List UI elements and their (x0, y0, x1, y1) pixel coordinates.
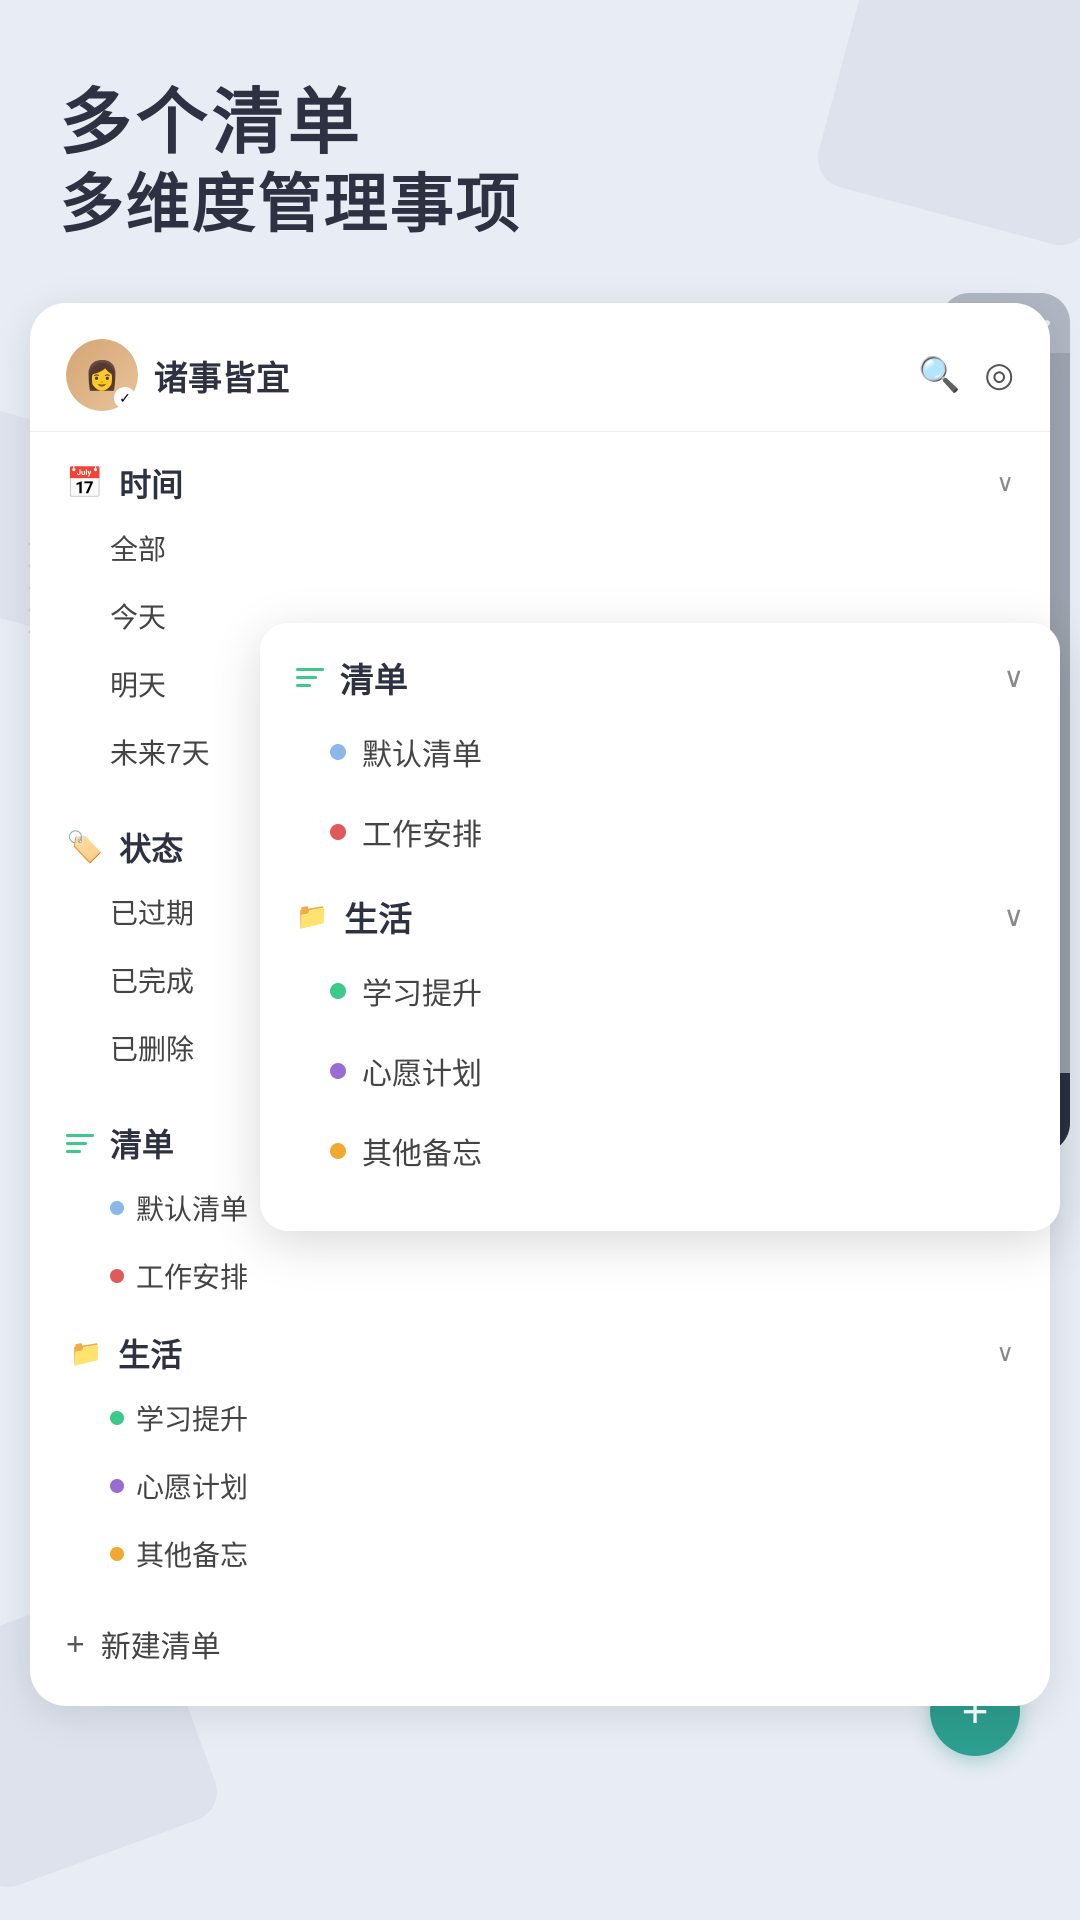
popup-dot-work (330, 824, 346, 840)
sidebar-panel: 👩 ✓ 诸事皆宜 🔍 ◎ 📅 时间 ∨ 全部 今天 明天 未来7天 (30, 303, 1050, 1706)
popup-lists-icon (296, 668, 324, 687)
popup-item-memo[interactable]: 其他备忘 (330, 1111, 1024, 1191)
new-list-label: 新建清单 (101, 1622, 221, 1666)
list-item-study[interactable]: 学习提升 (110, 1384, 1014, 1452)
popup-list-items: 默认清单 工作安排 (260, 712, 1060, 882)
popup-dot-memo (330, 1143, 346, 1159)
life-group-title: 生活 (118, 1330, 980, 1376)
popup-life-title: 生活 (344, 892, 987, 941)
life-group-header[interactable]: 📁 生活 ∨ (30, 1320, 1050, 1384)
popup-item-wish[interactable]: 心愿计划 (330, 1031, 1024, 1111)
title-line1: 多个清单 (60, 80, 1020, 166)
popup-dot-default (330, 744, 346, 760)
dot-default-icon (110, 1201, 124, 1215)
popup-folder-life-icon: 📁 (296, 901, 328, 932)
avatar: 👩 ✓ (66, 339, 138, 411)
header-title-area: 多个清单 多维度管理事项 (0, 0, 1080, 283)
popup-section-header[interactable]: 清单 ∨ (260, 623, 1060, 712)
popup-life-chevron: ∨ (1004, 900, 1025, 933)
lists-section-icon (66, 1134, 94, 1153)
new-list-plus-icon: + (66, 1626, 85, 1663)
dot-work-icon (110, 1269, 124, 1283)
time-chevron-icon: ∨ (996, 469, 1014, 498)
time-section-title: 时间 (119, 460, 980, 506)
time-item-all[interactable]: 全部 (110, 514, 1014, 582)
popup-life-group-header[interactable]: 📁 生活 ∨ (260, 882, 1060, 951)
dot-study-icon (110, 1411, 124, 1425)
sidebar-username: 诸事皆宜 (154, 351, 918, 400)
dot-wish-icon (110, 1479, 124, 1493)
popup-lists-panel: 清单 ∨ 默认清单 工作安排 📁 生活 ∨ (260, 623, 1060, 1231)
title-line2: 多维度管理事项 (60, 166, 1020, 243)
dot-memo-icon (110, 1547, 124, 1561)
popup-item-work[interactable]: 工作安排 (330, 792, 1024, 872)
popup-item-study[interactable]: 学习提升 (330, 951, 1024, 1031)
list-item-work[interactable]: 工作安排 (110, 1242, 1014, 1310)
new-list-button[interactable]: + 新建清单 (30, 1598, 1050, 1676)
life-group-items: 学习提升 心愿计划 其他备忘 (30, 1384, 1050, 1598)
folder-life-icon: 📁 (70, 1338, 102, 1369)
popup-dot-study (330, 983, 346, 999)
search-icon[interactable]: 🔍 (918, 355, 960, 395)
popup-section-title: 清单 (340, 653, 988, 702)
popup-dot-wish (330, 1063, 346, 1079)
list-item-wish[interactable]: 心愿计划 (110, 1452, 1014, 1520)
popup-life-items: 学习提升 心愿计划 其他备忘 (260, 951, 1060, 1201)
sidebar-action-icons: 🔍 ◎ (918, 355, 1014, 395)
list-item-memo[interactable]: 其他备忘 (110, 1520, 1014, 1588)
popup-item-default[interactable]: 默认清单 (330, 712, 1024, 792)
time-section-icon: 📅 (66, 466, 103, 501)
sidebar-header: 👩 ✓ 诸事皆宜 🔍 ◎ (30, 303, 1050, 432)
phone-container: 2 ∨ 👩 ✓ 诸事皆宜 🔍 ◎ 📅 时 (30, 303, 1050, 1706)
avatar-badge: ✓ (114, 387, 136, 409)
time-section-header[interactable]: 📅 时间 ∨ (30, 432, 1050, 514)
settings-icon[interactable]: ◎ (984, 355, 1014, 395)
status-section-icon: 🏷️ (66, 830, 103, 865)
life-chevron-icon: ∨ (996, 1339, 1014, 1368)
popup-chevron-icon: ∨ (1004, 661, 1025, 694)
